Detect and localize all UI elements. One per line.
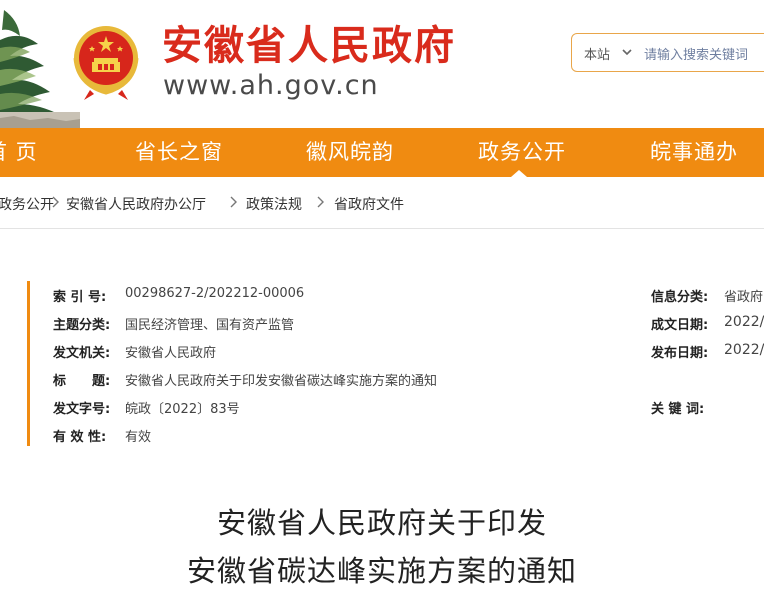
nav-item-online-services[interactable]: 皖事通办	[650, 128, 738, 177]
title-value: 安徽省人民政府关于印发安徽省碳达峰实施方案的通知	[125, 374, 438, 389]
chevron-right-icon	[230, 196, 237, 208]
index-number-value: 00298627-2/202212-00006	[125, 286, 305, 301]
main-nav: 首 页 省长之窗 徽风皖韵 政务公开 皖事通办	[0, 128, 764, 177]
info-category-value: 省政府	[724, 290, 764, 305]
breadcrumb-item-office[interactable]: 安徽省人民政府办公厅	[66, 194, 206, 214]
title-label: 标 题:	[53, 374, 111, 389]
active-nav-indicator	[511, 170, 527, 177]
validity-label: 有 效 性:	[53, 430, 107, 445]
breadcrumb-item-documents[interactable]: 省政府文件	[334, 194, 404, 214]
nav-item-governor-window[interactable]: 省长之窗	[135, 128, 223, 177]
national-emblem-logo	[73, 26, 139, 100]
issuing-authority-label: 发文机关:	[53, 346, 111, 361]
written-date-value: 2022/	[724, 314, 764, 330]
issuing-authority-value: 安徽省人民政府	[125, 346, 217, 361]
site-name: 安徽省人民政府	[162, 23, 456, 69]
subject-category-value: 国民经济管理、国有资产监管	[125, 318, 295, 333]
index-number-label: 索 引 号:	[53, 290, 107, 305]
publish-date-label: 发布日期:	[651, 346, 709, 361]
written-date-label: 成文日期:	[651, 318, 709, 333]
info-accent-bar	[27, 281, 30, 446]
search-input[interactable]: 请输入搜索关键词	[644, 44, 748, 63]
document-number-label: 发文字号:	[53, 402, 111, 417]
validity-value: 有效	[125, 430, 152, 445]
search-scope-select[interactable]: 本站	[584, 44, 610, 63]
nav-item-home[interactable]: 首 页	[0, 128, 38, 177]
document-number-value: 皖政〔2022〕83号	[125, 402, 240, 417]
chevron-right-icon	[317, 196, 324, 208]
site-url: www.ah.gov.cn	[163, 70, 379, 101]
breadcrumb-item-policies[interactable]: 政策法规	[246, 194, 302, 214]
subject-category-label: 主题分类:	[53, 318, 111, 333]
breadcrumb: 政务公开 安徽省人民政府办公厅 政策法规 省政府文件	[0, 177, 764, 229]
nav-item-anhui-culture[interactable]: 徽风皖韵	[306, 128, 394, 177]
publish-date-value: 2022/	[724, 342, 764, 358]
info-category-label: 信息分类:	[651, 290, 709, 305]
document-title-line-2: 安徽省碳达峰实施方案的通知	[186, 554, 577, 588]
search-box[interactable]: 本站 请输入搜索关键词	[571, 33, 764, 72]
chevron-right-icon	[52, 196, 59, 208]
chevron-down-icon[interactable]	[620, 45, 634, 59]
breadcrumb-item-affairs[interactable]: 政务公开	[0, 194, 54, 214]
keywords-label: 关 键 词:	[651, 402, 705, 417]
site-header: 安徽省人民政府 www.ah.gov.cn 本站 请输入搜索关键词	[0, 0, 764, 128]
document-title-line-1: 安徽省人民政府关于印发	[216, 506, 547, 540]
